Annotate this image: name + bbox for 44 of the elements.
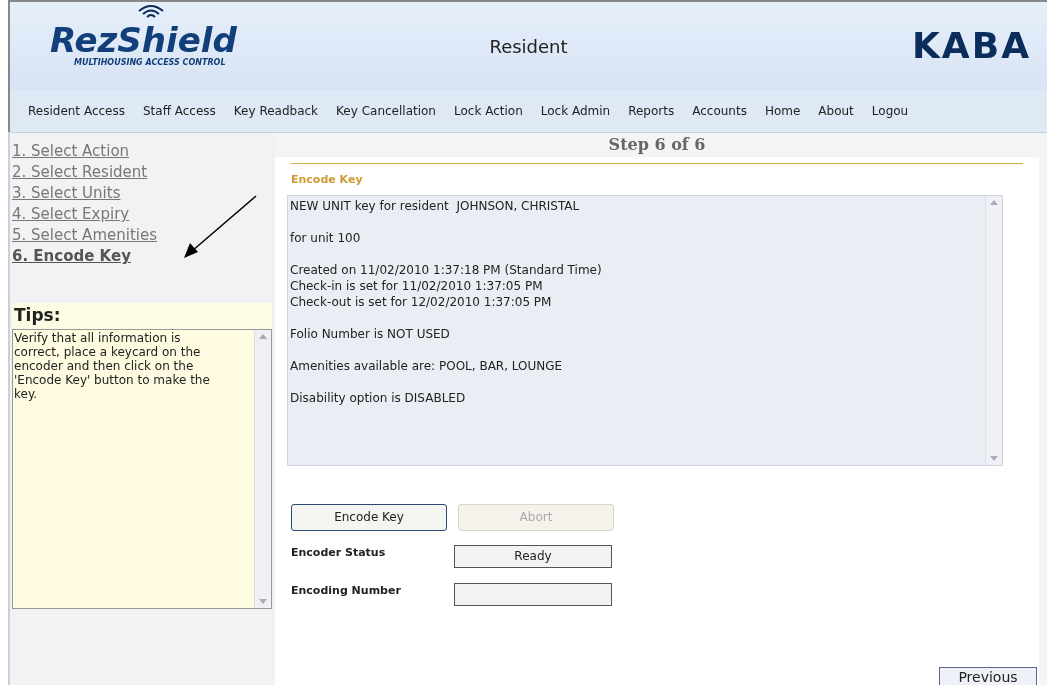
message-line: Amenities available are: POOL, BAR, LOUNGE xyxy=(290,357,564,374)
message-line: NEW UNIT key for resident JOHNSON, CHRISTAL xyxy=(290,197,581,214)
logo-text: RezShield xyxy=(49,23,237,57)
nav-link[interactable]: About xyxy=(818,102,854,120)
nav-link[interactable]: Key Cancellation xyxy=(336,102,436,120)
previous-button[interactable]: Previous xyxy=(939,667,1037,685)
scrollbar[interactable] xyxy=(985,195,1002,465)
nav-link[interactable]: Home xyxy=(764,102,801,120)
action-button[interactable]: Encode Key xyxy=(291,503,447,531)
nav-link[interactable]: Resident Access xyxy=(28,102,125,120)
message-line: Check-in is set for 11/02/2010 1:37:05 PM xyxy=(290,277,544,294)
step-link[interactable]: 5. Select Amenities xyxy=(12,225,157,246)
scroll-down-icon[interactable] xyxy=(990,455,998,461)
page-title: Resident xyxy=(489,34,568,59)
section-title: Encode Key xyxy=(290,172,364,188)
step-link[interactable]: 4. Select Expiry xyxy=(12,204,130,225)
step-link[interactable]: 3. Select Units xyxy=(12,183,121,204)
nav-link[interactable]: Lock Action xyxy=(454,102,523,120)
scrollbar[interactable] xyxy=(254,329,271,608)
nav-link[interactable]: Lock Admin xyxy=(540,102,611,120)
field-label: Encoding Number xyxy=(291,582,402,599)
field-label: Encoder Status xyxy=(291,544,387,561)
tips-title: Tips: xyxy=(13,304,62,327)
step-link[interactable]: 1. Select Action xyxy=(12,141,130,162)
message-line: Check-out is set for 12/02/2010 1:37:05 PM xyxy=(290,293,553,310)
step-heading: Step 6 of 6 xyxy=(608,134,706,156)
step-link[interactable]: 6. Encode Key xyxy=(12,246,131,267)
brand-logo: KABA xyxy=(911,28,1031,64)
nav-link[interactable]: Logou xyxy=(871,102,909,120)
message-line: for unit 100 xyxy=(290,229,362,246)
message-line: Folio Number is NOT USED xyxy=(290,325,451,342)
logo-tagline: MULTIHOUSING ACCESS CONTROL xyxy=(73,57,226,69)
nav-link[interactable]: Accounts xyxy=(692,102,747,120)
step-link[interactable]: 2. Select Resident xyxy=(12,162,148,183)
tips-text: Verify that all information is correct, place a keycard on the encoder and then click on the 'Encode Key' button to make the key. xyxy=(13,329,211,403)
scroll-up-icon[interactable] xyxy=(259,333,267,339)
nav-link[interactable]: Key Readback xyxy=(233,102,319,120)
nav-link[interactable]: Reports xyxy=(628,102,675,120)
status-field: Ready xyxy=(454,544,612,568)
scroll-up-icon[interactable] xyxy=(990,199,998,205)
message-line: Disability option is DISABLED xyxy=(290,389,467,406)
nav-link[interactable]: Staff Access xyxy=(143,102,216,120)
message-line: Created on 11/02/2010 1:37:18 PM (Standard Time) xyxy=(290,261,603,278)
scroll-down-icon[interactable] xyxy=(259,598,267,604)
